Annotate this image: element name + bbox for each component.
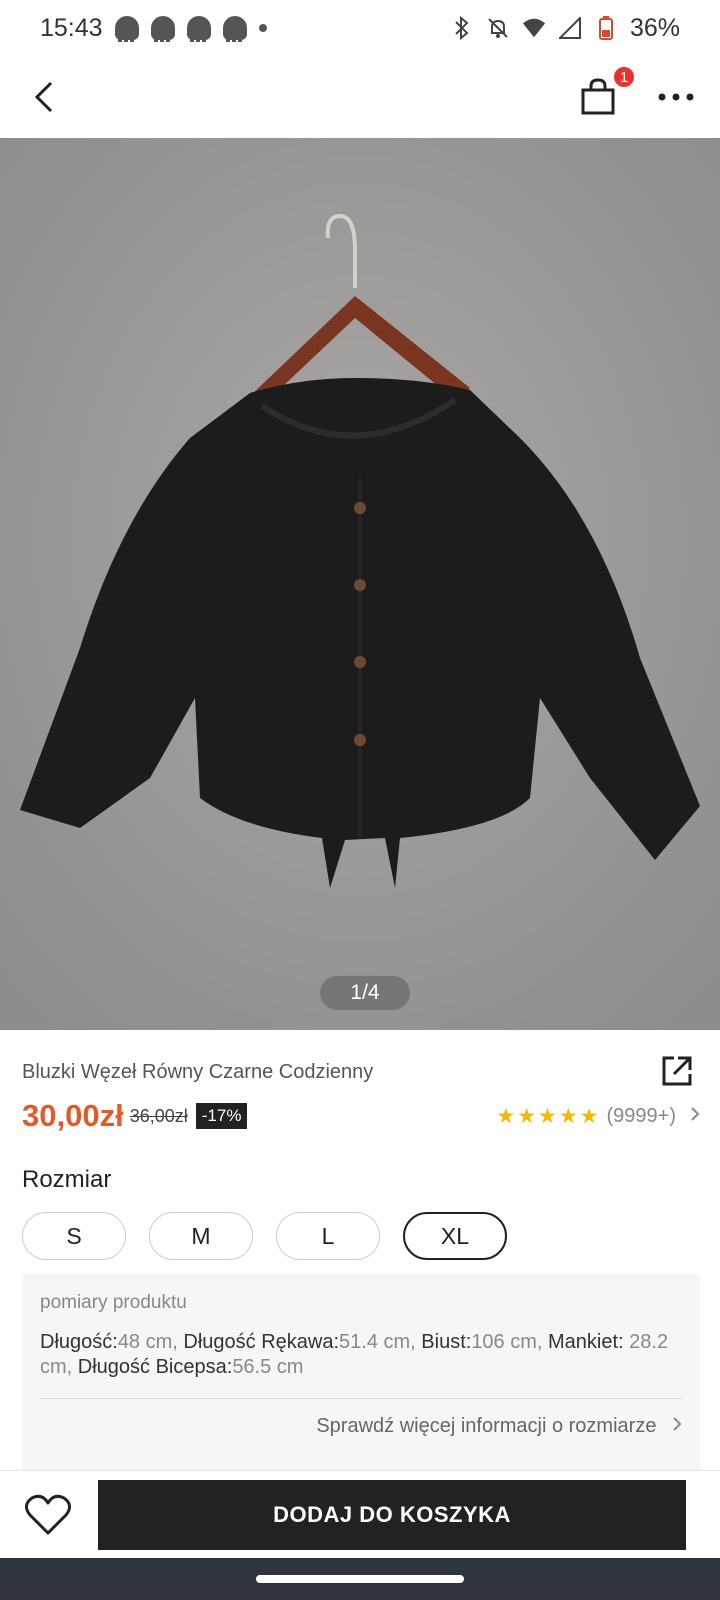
system-nav-bar [0, 1558, 720, 1600]
measurements-title: pomiary produktu [40, 1292, 187, 1313]
chevron-right-icon [690, 1105, 700, 1128]
share-icon [662, 1056, 692, 1086]
size-info-link-label: Sprawdź więcej informacji o rozmiarze [316, 1415, 657, 1437]
divider [40, 1398, 682, 1399]
measure-value: 106 cm, [471, 1331, 549, 1353]
bluetooth-icon [450, 16, 474, 40]
wifi-icon [522, 16, 546, 40]
back-button[interactable] [24, 77, 64, 117]
blouse-photo [0, 138, 720, 1030]
signal-icon [558, 16, 582, 40]
size-selector: S M L XL [22, 1212, 507, 1260]
chevron-right-icon [673, 1417, 682, 1431]
home-gesture-handle[interactable] [256, 1575, 464, 1583]
more-options-button[interactable] [656, 77, 696, 117]
size-option-s[interactable]: S [22, 1212, 126, 1260]
mute-bell-icon [486, 16, 510, 40]
battery-icon [594, 16, 618, 40]
original-price: 36,00zł [129, 1105, 188, 1126]
top-app-bar: 1 [0, 56, 720, 138]
measurements-panel: pomiary produktu Długość:48 cm, Długość … [22, 1274, 700, 1470]
price-row: 30,00zł 36,00zł -17% ★ ★ ★ ★ ★ (9999+) [22, 1096, 700, 1136]
shopping-bag-icon [581, 78, 615, 115]
shopping-bag-button[interactable]: 1 [576, 65, 636, 119]
size-option-l[interactable]: L [276, 1212, 380, 1260]
chevron-left-icon [34, 81, 53, 113]
discount-badge: -17% [195, 1103, 248, 1129]
rating-count: (9999+) [606, 1104, 677, 1127]
snapchat-icon [186, 16, 211, 42]
half-star-icon: ★ [579, 1104, 599, 1128]
status-bar: 15:43 36% [0, 0, 720, 56]
add-to-cart-button[interactable]: DODAJ DO KOSZYKA [98, 1479, 686, 1550]
size-option-m[interactable]: M [149, 1212, 253, 1260]
star-icon: ★ [558, 1104, 578, 1128]
measure-label: Długość Rękawa: [183, 1331, 340, 1353]
measure-label: Mankiet: [548, 1331, 624, 1353]
bottom-action-bar: DODAJ DO KOSZYKA [0, 1470, 720, 1558]
share-button[interactable] [660, 1054, 694, 1088]
rating-summary[interactable]: ★ ★ ★ ★ ★ (9999+) [496, 1104, 700, 1129]
star-icon: ★ [538, 1104, 557, 1128]
size-label: Rozmiar [22, 1166, 112, 1193]
star-icon: ★ [496, 1104, 516, 1128]
heart-icon [25, 1494, 71, 1534]
product-image[interactable] [0, 138, 720, 1030]
measure-value: 51.4 cm, [339, 1331, 422, 1353]
cart-count-badge: 1 [612, 65, 636, 89]
measure-label: Długość Bicepsa: [77, 1356, 233, 1378]
status-time: 15:43 [40, 13, 103, 42]
battery-percent: 36% [629, 13, 680, 42]
measure-label: Długość: [40, 1331, 118, 1353]
measure-value: 56.5 cm [232, 1356, 304, 1378]
image-counter: 1/4 [320, 976, 410, 1010]
measure-value: 48 cm, [117, 1331, 184, 1353]
size-option-xl[interactable]: XL [403, 1212, 507, 1260]
wishlist-button[interactable] [22, 1489, 74, 1541]
measure-label: Biust: [421, 1331, 472, 1353]
star-icon: ★ [517, 1104, 537, 1128]
measurements-text: Długość:48 cm, Długość Rękawa:51.4 cm, B… [40, 1330, 682, 1380]
snapchat-icon [222, 16, 247, 42]
size-info-link[interactable]: Sprawdź więcej informacji o rozmiarze [40, 1415, 682, 1438]
current-price: 30,00zł [22, 1098, 124, 1133]
product-title: Bluzki Węzeł Równy Czarne Codzienny [22, 1061, 374, 1083]
snapchat-icon [114, 16, 139, 42]
snapchat-icon [150, 16, 175, 42]
more-horizontal-icon [658, 93, 694, 101]
more-notifications-icon [258, 24, 267, 32]
